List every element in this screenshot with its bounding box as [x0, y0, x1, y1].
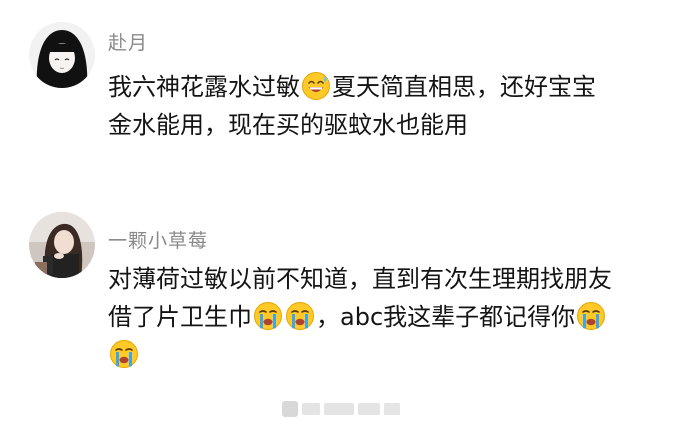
comment-line: 金水能用，现在买的驱蚊水也能用	[108, 111, 468, 139]
text-segment: 借了片卫生巾	[108, 303, 252, 331]
username[interactable]: 赴月	[108, 28, 148, 55]
text-segment: ，abc我这辈子都记得你	[316, 303, 576, 331]
grin-sweat-emoji	[301, 71, 331, 101]
text-segment: 夏天简直相思，还好宝宝	[332, 73, 596, 101]
crying-emoji	[253, 301, 283, 331]
text-segment: 我六神花露水过敏	[108, 73, 300, 101]
crying-emoji	[109, 339, 139, 369]
watermark-block	[324, 403, 354, 415]
avatar[interactable]	[29, 22, 95, 88]
avatar[interactable]	[29, 212, 95, 278]
crying-emoji	[285, 301, 315, 331]
comment-text: 对薄荷过敏以前不知道，直到有次生理期找朋友 借了片卫生巾 ，abc我这辈子都记得…	[108, 260, 612, 374]
crying-emoji	[576, 301, 606, 331]
watermark-block	[384, 403, 400, 415]
comment-line	[108, 336, 612, 374]
watermark-block	[302, 403, 320, 415]
comment-line: 借了片卫生巾 ，abc我这辈子都记得你	[108, 298, 612, 336]
watermark	[282, 398, 406, 420]
watermark-logo-icon	[282, 401, 298, 417]
watermark-block	[358, 403, 380, 415]
comment-line: 我六神花露水过敏 夏天简直相思，还好宝宝	[108, 68, 596, 106]
username[interactable]: 一颗小草莓	[108, 226, 208, 253]
comment-line: 对薄荷过敏以前不知道，直到有次生理期找朋友	[108, 265, 612, 293]
comment-text: 我六神花露水过敏 夏天简直相思，还好宝宝 金水能用，现在买的驱蚊水也能用	[108, 68, 596, 144]
